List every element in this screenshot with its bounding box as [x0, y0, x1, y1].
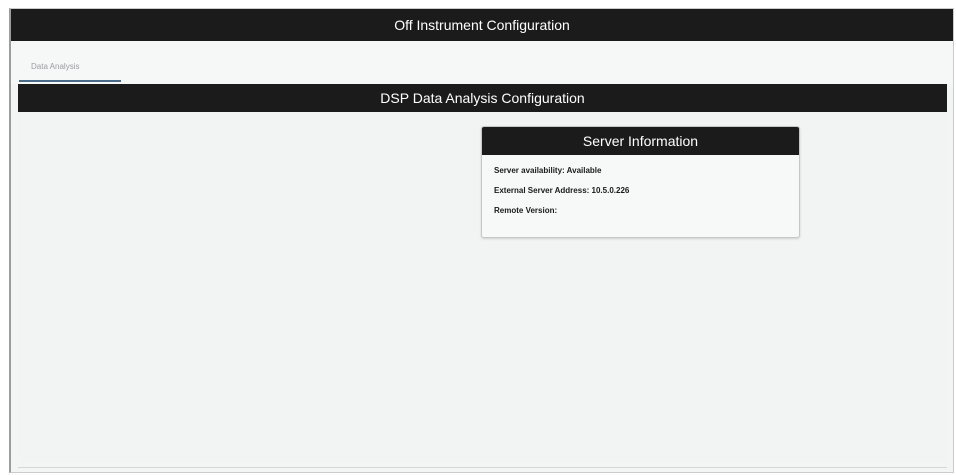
- page-title: Off Instrument Configuration: [394, 17, 570, 33]
- tab-data-analysis[interactable]: Data Analysis: [19, 59, 121, 82]
- section-title: DSP Data Analysis Configuration: [380, 90, 585, 106]
- page-title-bar: Off Instrument Configuration: [11, 9, 953, 41]
- remote-version-text: Remote Version:: [494, 206, 558, 215]
- app-window: Off Instrument Configuration Data Analys…: [9, 8, 954, 473]
- server-availability-text: Server availability: Available: [494, 166, 602, 175]
- config-content-area: Server Information Server availability: …: [18, 112, 947, 462]
- server-information-header: Server Information: [482, 127, 799, 155]
- tab-data-analysis-label: Data Analysis: [31, 62, 80, 71]
- server-information-title: Server Information: [582, 133, 699, 149]
- tab-strip: Data Analysis: [11, 41, 953, 84]
- server-information-panel: Server Information Server availability: …: [481, 126, 800, 238]
- server-information-rows: Server availability: Available External …: [482, 155, 799, 221]
- external-server-address-text: External Server Address: 10.5.0.226: [494, 186, 630, 195]
- section-header: DSP Data Analysis Configuration: [18, 84, 947, 112]
- footer-divider: [18, 467, 947, 468]
